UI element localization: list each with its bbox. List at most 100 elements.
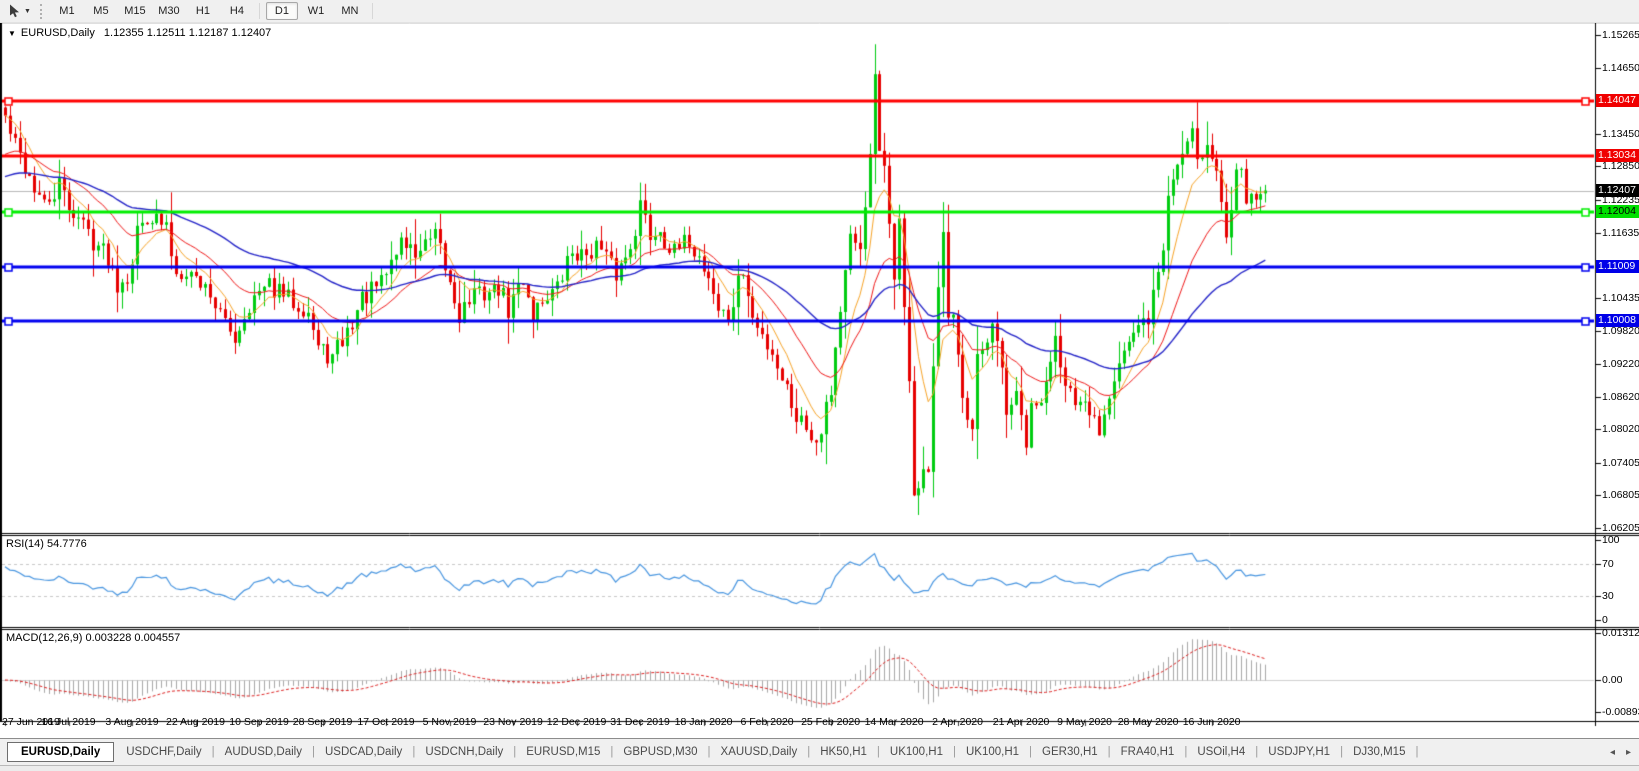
chart-tab-HK50-H1[interactable]: HK50,H1: [811, 746, 876, 758]
date-axis-label: 22 Aug 2019: [166, 716, 225, 728]
price-axis-tick-label: 1.09820: [1602, 325, 1639, 338]
date-axis-label: 28 May 2020: [1117, 716, 1179, 728]
chart-tab-UK100-H1[interactable]: UK100,H1: [957, 746, 1028, 758]
date-axis-label: 31 Dec 2019: [610, 716, 670, 728]
cursor-tool-icon: [10, 4, 19, 18]
chart-title: ▼ EURUSD,Daily 1.12355 1.12511 1.12187 1.1…: [8, 27, 271, 39]
chart-ohlc-values: 1.12355 1.12511 1.12187 1.12407: [103, 27, 272, 39]
rsi-indicator-label: RSI(14) 54.7776: [6, 538, 87, 550]
date-axis-label: 18 Jan 2020: [674, 716, 733, 728]
chart-tab-USDCHF-Daily[interactable]: USDCHF,Daily: [117, 746, 210, 758]
timeframe-button-M5[interactable]: M5: [85, 2, 117, 20]
cursor-tool-dropdown-icon[interactable]: ▼: [24, 8, 31, 15]
price-axis-tick-label: 1.10435: [1602, 291, 1639, 304]
price-badge-1.11009: 1.11009: [1596, 259, 1639, 273]
price-badge-1.10008: 1.10008: [1596, 314, 1639, 328]
price-badge-1.13034: 1.13034: [1596, 149, 1639, 163]
timeframe-button-M15[interactable]: M15: [119, 2, 151, 20]
timeframe-button-H4[interactable]: H4: [221, 2, 253, 20]
date-axis-label: 10 Sep 2019: [229, 716, 289, 728]
cursor-tool-button[interactable]: ▼: [4, 3, 34, 19]
price-axis-tick-label: 1.06805: [1602, 489, 1639, 502]
date-axis-label: 16 Jun 2020: [1182, 716, 1241, 728]
date-axis-label: 5 Nov 2019: [422, 716, 477, 728]
price-axis-tick-label: 1.08020: [1602, 423, 1639, 436]
chart-tab-EURUSD-M15[interactable]: EURUSD,M15: [517, 746, 609, 758]
price-axis-tick-label: 1.09220: [1602, 357, 1639, 370]
date-axis-label: 17 Oct 2019: [357, 716, 415, 728]
tab-separator: |: [1255, 746, 1259, 758]
chart-tab-EURUSD-Daily[interactable]: EURUSD,Daily: [7, 742, 115, 762]
eurusd-daily-price-chart[interactable]: [0, 22, 1639, 738]
tab-separator: |: [513, 746, 517, 758]
tab-separator: |: [1107, 746, 1111, 758]
tab-separator: |: [952, 746, 956, 758]
tab-separator: |: [1184, 746, 1188, 758]
tab-separator: |: [412, 746, 416, 758]
toolbar-separator: [258, 3, 260, 19]
date-axis-label: 14 Mar 2020: [864, 716, 924, 728]
tab-separator: |: [1415, 746, 1419, 758]
rsi-scale-label: 30: [1602, 589, 1614, 602]
chart-symbol-label: EURUSD,Daily: [20, 27, 95, 39]
chart-tab-UK100-H1[interactable]: UK100,H1: [881, 746, 952, 758]
price-badge-1.14047: 1.14047: [1596, 94, 1639, 108]
chart-tab-USDJPY-H1[interactable]: USDJPY,H1: [1259, 746, 1339, 758]
tab-separator: |: [311, 746, 315, 758]
timeframe-button-H1[interactable]: H1: [187, 2, 219, 20]
timeframe-button-D1[interactable]: D1: [265, 2, 298, 20]
chart-tab-GER30-H1[interactable]: GER30,H1: [1033, 746, 1107, 758]
price-axis-tick-label: 1.14650: [1602, 62, 1639, 75]
macd-indicator-label: MACD(12,26,9) 0.003228 0.004557: [6, 632, 181, 644]
tab-scroll-right-icon[interactable]: ▸: [1626, 747, 1631, 758]
tab-scroll-left-icon[interactable]: ◂: [1610, 747, 1615, 758]
date-axis-label: 28 Sep 2019: [292, 716, 353, 728]
tab-separator: |: [807, 746, 811, 758]
tab-separator: |: [610, 746, 614, 758]
timeframe-button-M1[interactable]: M1: [51, 2, 83, 20]
date-axis-label: 9 May 2020: [1057, 716, 1113, 728]
price-axis-tick-label: 1.07405: [1602, 456, 1639, 469]
tab-separator: |: [211, 746, 215, 758]
chart-collapse-icon[interactable]: ▼: [8, 29, 16, 38]
date-axis-label: 25 Feb 2020: [801, 716, 861, 728]
price-axis-tick-label: 1.06205: [1602, 521, 1639, 534]
rsi-scale-label: 70: [1602, 557, 1614, 570]
macd-scale-label: -0.008933: [1602, 705, 1639, 718]
timeframe-button-M30[interactable]: M30: [153, 2, 185, 20]
status-strip: [0, 765, 1639, 771]
date-axis-label: 2 Apr 2020: [932, 716, 983, 728]
tab-separator: |: [1340, 746, 1344, 758]
chart-tab-GBPUSD-M30[interactable]: GBPUSD,M30: [614, 746, 706, 758]
tab-separator: |: [707, 746, 711, 758]
date-axis-label: 16 Jul 2019: [41, 716, 96, 728]
toolbar-grip: [39, 3, 42, 19]
chart-tab-FRA40-H1[interactable]: FRA40,H1: [1112, 746, 1184, 758]
price-badge-1.12004: 1.12004: [1596, 205, 1639, 219]
timeframe-button-W1[interactable]: W1: [300, 2, 332, 20]
price-axis-tick-label: 1.11635: [1602, 226, 1639, 239]
chart-tab-USDCNH-Daily[interactable]: USDCNH,Daily: [416, 746, 512, 758]
price-axis-tick-label: 1.15265: [1602, 29, 1639, 41]
chart-tab-USOil-H4[interactable]: USOil,H4: [1188, 746, 1254, 758]
date-axis-label: 12 Dec 2019: [546, 716, 607, 728]
date-axis-label: 21 Apr 2020: [992, 716, 1050, 728]
price-badge-1.12407: 1.12407: [1596, 183, 1639, 197]
rsi-scale-label: 100: [1602, 533, 1620, 546]
tab-separator: |: [876, 746, 880, 758]
timeframe-button-MN[interactable]: MN: [334, 2, 366, 20]
chart-tab-DJ30-M15[interactable]: DJ30,M15: [1344, 746, 1414, 758]
macd-scale-label: 0.00: [1602, 674, 1623, 686]
price-axis-tick-label: 1.13450: [1602, 127, 1639, 140]
chart-tab-AUDUSD-Daily[interactable]: AUDUSD,Daily: [216, 746, 311, 758]
rsi-scale-label: 0: [1602, 613, 1608, 626]
macd-scale-label: 0.013121: [1602, 627, 1639, 639]
date-axis-label: 3 Aug 2019: [105, 716, 159, 728]
chart-tab-XAUUSD-Daily[interactable]: XAUUSD,Daily: [712, 746, 807, 758]
date-axis-label: 23 Nov 2019: [483, 716, 543, 728]
price-axis-tick-label: 1.08620: [1602, 390, 1639, 403]
chart-tab-bar: EURUSD,Daily USDCHF,Daily | AUDUSD,Daily | US…: [0, 738, 1639, 765]
date-axis-label: 6 Feb 2020: [740, 716, 794, 728]
chart-tab-USDCAD-Daily[interactable]: USDCAD,Daily: [316, 746, 411, 758]
top-toolbar: ▼ M1 M5 M15 M30 H1 H4 D1 W1 MN: [0, 0, 1639, 23]
